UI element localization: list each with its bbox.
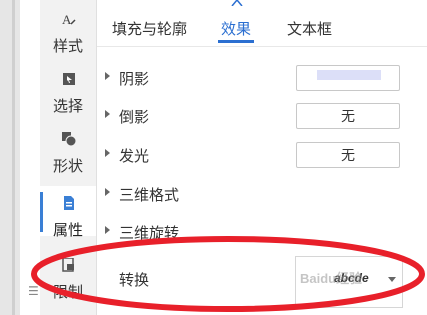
- chevron-down-icon[interactable]: [388, 277, 396, 282]
- format-3d-label: 三维格式: [119, 187, 180, 204]
- expand-arrow-icon[interactable]: [105, 110, 110, 118]
- tab-effect-icon: [231, 0, 243, 6]
- style-icon: A: [62, 12, 76, 26]
- collapse-handle-icon[interactable]: ☰: [28, 284, 39, 298]
- expand-arrow-icon[interactable]: [105, 149, 110, 157]
- tab-textbox[interactable]: 文本框: [287, 18, 332, 39]
- sidebar-item-select[interactable]: 选择: [40, 62, 96, 115]
- left-panel-strip: [0, 0, 20, 315]
- sidebar-item-properties[interactable]: 属性: [40, 186, 96, 239]
- expand-arrow-icon[interactable]: [105, 72, 110, 80]
- transform-label: 转换: [119, 272, 150, 289]
- sidebar-item-label: 限制: [52, 284, 83, 301]
- glow-label: 发光: [119, 148, 150, 165]
- shadow-label: 阴影: [119, 71, 150, 88]
- sidebar-item-style[interactable]: A 样式: [40, 2, 96, 55]
- glow-dropdown[interactable]: 无: [296, 142, 400, 168]
- expand-arrow-icon[interactable]: [105, 226, 110, 234]
- expand-arrow-icon[interactable]: [105, 188, 110, 196]
- watermark: Baidu经验: [300, 271, 363, 286]
- active-tab-indicator: [218, 40, 254, 43]
- reflection-dropdown[interactable]: 无: [296, 103, 400, 129]
- reflection-label: 倒影: [119, 109, 150, 126]
- shape-icon: [62, 132, 76, 146]
- properties-panel: 填充与轮廓 效果 文本框 阴影 倒影 无 发光 无 三维格式 三维旋转 转换 a…: [97, 0, 427, 315]
- panel-grip[interactable]: [12, 0, 15, 315]
- sidebar-item-label: 形状: [52, 158, 83, 175]
- lock-icon: [62, 258, 74, 272]
- tab-bar: 填充与轮廓 效果 文本框: [97, 0, 427, 47]
- shadow-preset-dropdown[interactable]: [296, 65, 400, 91]
- shadow-preview-swatch: [317, 70, 381, 80]
- side-toolbar: A 样式 选择 形状 属性 限制: [40, 0, 97, 315]
- sidebar-item-restrict[interactable]: 限制: [40, 248, 96, 301]
- sidebar-item-label: 选择: [52, 98, 83, 115]
- sidebar-item-label: 属性: [52, 222, 83, 239]
- sidebar-item-label: 样式: [52, 38, 83, 55]
- svg-text:A: A: [62, 12, 72, 26]
- tab-fill-outline[interactable]: 填充与轮廓: [112, 18, 187, 39]
- tab-effects[interactable]: 效果: [221, 18, 251, 39]
- rotation-3d-label: 三维旋转: [119, 225, 180, 242]
- sidebar-item-shape[interactable]: 形状: [40, 122, 96, 175]
- properties-icon: [64, 196, 74, 210]
- select-icon: [63, 73, 75, 85]
